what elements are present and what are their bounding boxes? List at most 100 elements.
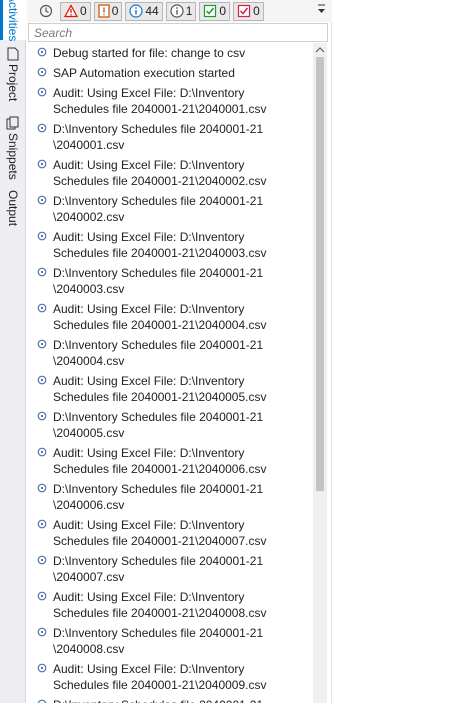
log-entry[interactable]: Audit: Using Excel File: D:\Inventory Sc… [27,659,317,695]
info-bullet-icon [37,627,47,637]
scroll-up-arrow-icon[interactable] [315,46,325,53]
overflow-chevron-icon [318,4,325,13]
log-entry[interactable]: SAP Automation execution started [27,63,317,83]
tab-activities[interactable]: Activities [0,0,26,42]
log-entry-text: Audit: Using Excel File: D:\Inventory Sc… [53,374,267,404]
timestamp-toggle-button[interactable] [35,2,57,21]
log-entry-text: D:\Inventory Schedules file 2040001-21 \… [53,194,264,224]
tab-snippets-label: Snippets [6,133,20,180]
log-entry[interactable]: Audit: Using Excel File: D:\Inventory Sc… [27,587,317,623]
log-entry[interactable]: D:\Inventory Schedules file 2040001-21 \… [27,119,317,155]
log-entry-text: D:\Inventory Schedules file 2040001-21 \… [53,554,264,584]
log-entry[interactable]: D:\Inventory Schedules file 2040001-21 \… [27,263,317,299]
failed-icon [238,4,251,18]
search-input[interactable] [34,25,327,40]
log-entry[interactable]: D:\Inventory Schedules file 2040001-21 \… [27,623,317,659]
trace-icon [170,4,184,18]
log-entry[interactable]: Debug started for file: change to csv [27,43,317,63]
log-entry-text: Audit: Using Excel File: D:\Inventory Sc… [53,230,267,260]
log-entry-text: Audit: Using Excel File: D:\Inventory Sc… [53,158,267,188]
info-bullet-icon [37,87,47,97]
success-filter-button[interactable]: 0 [199,1,231,21]
warnings-filter-button[interactable]: 0 [93,1,123,21]
warnings-count: 0 [111,4,119,18]
tab-output[interactable]: Output [0,190,26,234]
info-bullet-icon [37,67,47,77]
log-entry[interactable]: Audit: Using Excel File: D:\Inventory Sc… [27,227,317,263]
tab-snippets[interactable]: Snippets [0,112,26,184]
info-bullet-icon [37,663,47,673]
tab-output-label: Output [6,190,20,227]
info-filter-button[interactable]: 44 [125,1,163,21]
toolbar-overflow-button[interactable] [317,4,326,19]
log-entry[interactable]: D:\Inventory Schedules file 2040001-21 \… [27,191,317,227]
success-icon [204,4,217,18]
log-entry-text: Audit: Using Excel File: D:\Inventory Sc… [53,590,267,620]
info-bullet-icon [37,339,47,349]
log-entry[interactable]: Audit: Using Excel File: D:\Inventory Sc… [27,155,317,191]
log-entry-text: D:\Inventory Schedules file 2040001-21 \… [53,338,264,368]
info-icon [129,4,143,18]
clock-icon [39,4,53,18]
errors-count: 0 [80,4,87,18]
info-bullet-icon [37,591,47,601]
project-icon [7,47,19,61]
info-bullet-icon [37,411,47,421]
log-entry-text: SAP Automation execution started [53,66,235,80]
log-entry-text: Audit: Using Excel File: D:\Inventory Sc… [53,86,267,116]
log-entry[interactable]: D:\Inventory Schedules file 2040001-21 \… [27,551,317,587]
log-entry-text: Audit: Using Excel File: D:\Inventory Sc… [53,518,267,548]
log-entry-text: Debug started for file: change to csv [53,46,246,60]
output-log-list[interactable]: Debug started for file: change to csv SAP… [27,43,317,703]
log-entry-text: Audit: Using Excel File: D:\Inventory Sc… [53,662,267,692]
info-bullet-icon [37,555,47,565]
trace-filter-button[interactable]: 1 [165,1,197,21]
output-panel: 0 0 44 1 0 0 Search Debug started for fi… [27,0,332,703]
info-bullet-icon [37,375,47,385]
info-bullet-icon [37,267,47,277]
output-toolbar: 0 0 44 1 0 0 [27,0,332,22]
failed-count: 0 [253,4,260,18]
tab-project[interactable]: Project [0,44,26,104]
search-box[interactable] [28,23,328,42]
info-bullet-icon [37,195,47,205]
log-entry[interactable]: Audit: Using Excel File: D:\Inventory Sc… [27,443,317,479]
info-bullet-icon [37,699,47,703]
log-entry-text: D:\Inventory Schedules file 2040001-21 \… [53,482,264,512]
tab-project-label: Project [6,63,20,102]
log-entry[interactable]: Audit: Using Excel File: D:\Inventory Sc… [27,83,317,119]
log-entry-text: Audit: Using Excel File: D:\Inventory Sc… [53,446,267,476]
success-count: 0 [219,4,227,18]
tab-activities-label: Activities [6,0,20,42]
info-bullet-icon [37,231,47,241]
failed-filter-button[interactable]: 0 [233,1,264,21]
vertical-scrollbar[interactable] [313,43,327,703]
snippets-icon [6,116,19,130]
info-count: 44 [145,4,159,18]
vertical-tab-strip: Activities Project Snippets Output [0,0,26,703]
info-bullet-icon [37,123,47,133]
log-entry-text: D:\Inventory Schedules file 2040001-21 \… [53,266,264,296]
active-tab-indicator [0,0,3,40]
log-entry-text: Audit: Using Excel File: D:\Inventory Sc… [53,302,267,332]
info-bullet-icon [37,159,47,169]
info-bullet-icon [37,483,47,493]
log-entry[interactable]: Audit: Using Excel File: D:\Inventory Sc… [27,299,317,335]
errors-filter-button[interactable]: 0 [60,1,91,21]
warning-icon [98,4,110,18]
log-entry-text: D:\Inventory Schedules file 2040001-21 \… [53,626,264,656]
trace-count: 1 [185,4,193,18]
info-bullet-icon [37,519,47,529]
log-entry-text: D:\Inventory Schedules file 2040001-21 \… [53,122,264,152]
log-entry-text: D:\Inventory Schedules file 2040001-21 [53,697,298,703]
error-icon [64,4,78,18]
log-entry[interactable]: D:\Inventory Schedules file 2040001-21 \… [27,479,317,515]
log-entry[interactable]: Audit: Using Excel File: D:\Inventory Sc… [27,515,317,551]
scrollbar-thumb[interactable] [316,57,324,491]
info-bullet-icon [37,303,47,313]
log-entry[interactable]: D:\Inventory Schedules file 2040001-21 \… [27,335,317,371]
log-entry[interactable]: D:\Inventory Schedules file 2040001-21 \… [27,407,317,443]
log-entry-text: D:\Inventory Schedules file 2040001-21 \… [53,410,264,440]
log-entry[interactable]: Audit: Using Excel File: D:\Inventory Sc… [27,371,317,407]
log-entry[interactable]: D:\Inventory Schedules file 2040001-21 [27,695,317,703]
